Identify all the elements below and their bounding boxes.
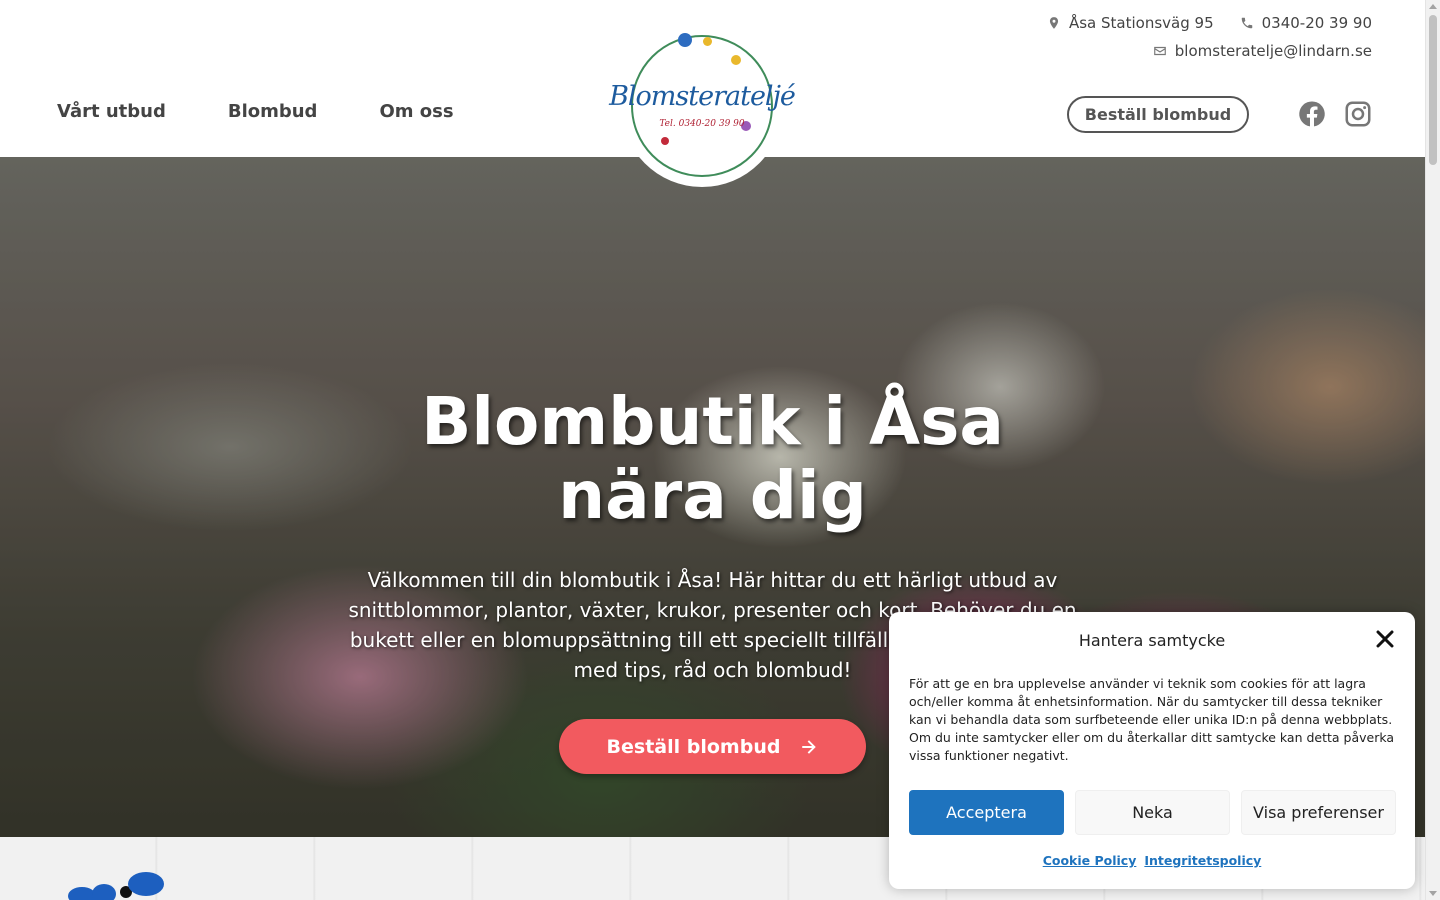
hero-order-button[interactable]: Beställ blombud bbox=[558, 719, 867, 774]
logo-flower-decoration bbox=[661, 137, 669, 145]
cookie-button-group: Acceptera Neka Visa preferenser bbox=[909, 790, 1396, 835]
contact-bar: Åsa Stationsväg 95 0340-20 39 90 blomste… bbox=[1047, 10, 1372, 66]
scrollbar-thumb[interactable] bbox=[1429, 15, 1437, 165]
map-pin-icon bbox=[1049, 17, 1059, 29]
preferences-button[interactable]: Visa preferenser bbox=[1241, 790, 1396, 835]
scroll-down-icon[interactable] bbox=[1429, 891, 1437, 896]
logo-flower-decoration bbox=[678, 33, 692, 47]
cookie-consent-dialog: Hantera samtycke För att ge en bra upple… bbox=[889, 612, 1415, 889]
cookie-dialog-body: För att ge en bra upplevelse använder vi… bbox=[909, 676, 1395, 763]
site-logo[interactable]: Blomsterateljé Tel. 0340-20 39 90 bbox=[609, 25, 796, 187]
main-nav: Vårt utbud Blombud Om oss bbox=[57, 101, 454, 122]
email-item[interactable]: blomsteratelje@lindarn.se bbox=[1153, 42, 1372, 60]
logo-flower-decoration bbox=[731, 55, 741, 65]
phone-item[interactable]: 0340-20 39 90 bbox=[1240, 14, 1372, 32]
nav-item-blombud[interactable]: Blombud bbox=[228, 101, 318, 122]
arrow-right-icon bbox=[802, 739, 817, 754]
phone-text: 0340-20 39 90 bbox=[1261, 14, 1372, 32]
hero-order-button-label: Beställ blombud bbox=[606, 735, 781, 758]
logo-text: Blomsterateljé bbox=[609, 80, 796, 112]
email-text: blomsteratelje@lindarn.se bbox=[1174, 42, 1372, 60]
facebook-link[interactable] bbox=[1297, 99, 1327, 129]
hero-title: Blombutik i Åsa nära dig bbox=[421, 383, 1004, 534]
decorative-flower-icon bbox=[68, 872, 164, 900]
facebook-icon bbox=[1299, 101, 1325, 127]
envelope-icon bbox=[1153, 46, 1166, 56]
instagram-icon bbox=[1345, 101, 1371, 127]
close-icon bbox=[1376, 630, 1394, 648]
page-scrollbar[interactable] bbox=[1425, 0, 1440, 900]
logo-flower-decoration bbox=[703, 37, 712, 46]
phone-icon bbox=[1241, 17, 1252, 29]
cookie-policy-links: Cookie Policy Integritetspolicy bbox=[889, 853, 1415, 868]
address-item[interactable]: Åsa Stationsväg 95 bbox=[1047, 14, 1214, 32]
scroll-up-icon[interactable] bbox=[1429, 4, 1437, 9]
order-delivery-button[interactable]: Beställ blombud bbox=[1067, 96, 1249, 133]
nav-item-vart-utbud[interactable]: Vårt utbud bbox=[57, 101, 166, 122]
deny-button[interactable]: Neka bbox=[1075, 790, 1230, 835]
site-header: Åsa Stationsväg 95 0340-20 39 90 blomste… bbox=[0, 0, 1425, 187]
address-text: Åsa Stationsväg 95 bbox=[1068, 14, 1214, 32]
logo-tel: Tel. 0340-20 39 90 bbox=[659, 119, 745, 129]
close-button[interactable] bbox=[1375, 629, 1395, 649]
accept-button[interactable]: Acceptera bbox=[909, 790, 1064, 835]
cookie-dialog-title: Hantera samtycke bbox=[1078, 631, 1226, 650]
instagram-link[interactable] bbox=[1343, 99, 1373, 129]
nav-item-om-oss[interactable]: Om oss bbox=[379, 101, 453, 122]
cookie-policy-link[interactable]: Cookie Policy bbox=[1043, 853, 1137, 868]
privacy-policy-link[interactable]: Integritetspolicy bbox=[1144, 853, 1261, 868]
